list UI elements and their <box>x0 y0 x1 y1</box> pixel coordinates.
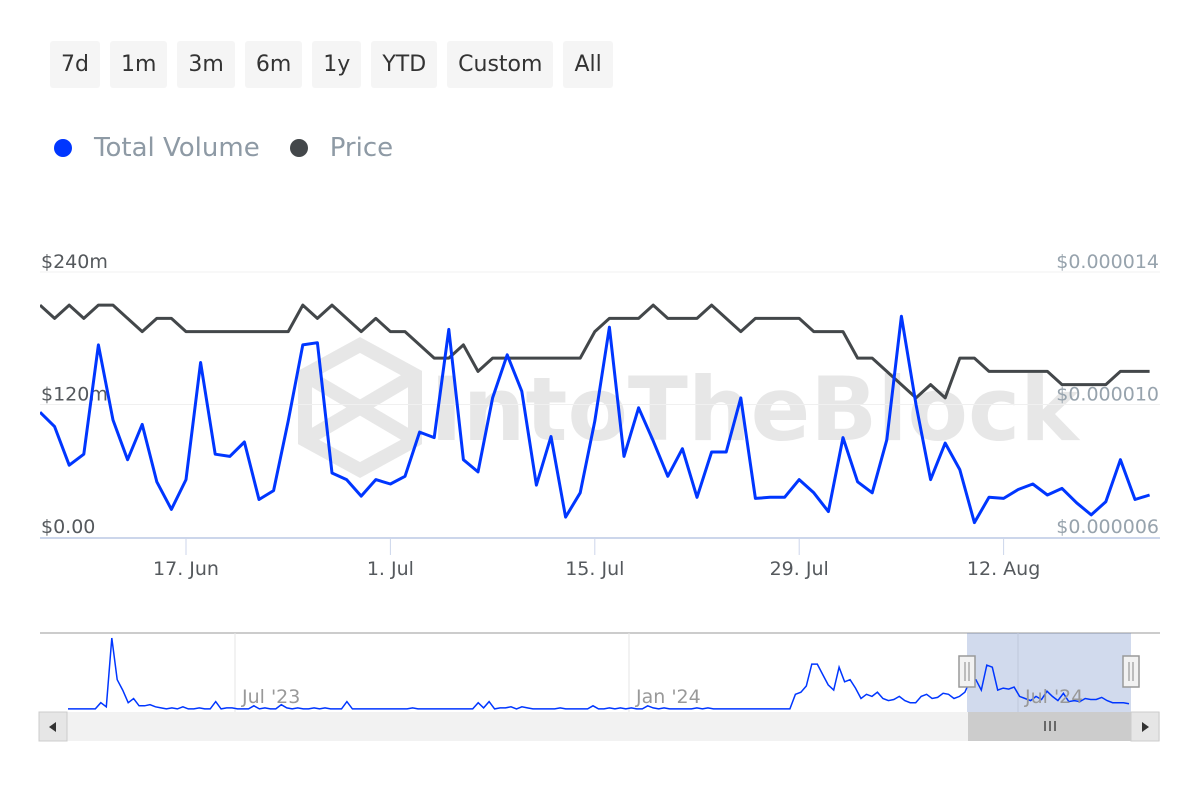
watermark-text: IntoTheBlock <box>430 358 1081 461</box>
navigator-handle-right[interactable] <box>1122 655 1140 688</box>
x-tick-label: 29. Jul <box>770 558 829 580</box>
watermark-logo-icon <box>298 337 422 478</box>
watermark: IntoTheBlock <box>298 337 1081 478</box>
y-tick-label-right: $0.000006 <box>1056 516 1159 538</box>
y-tick-label-left: $240m <box>41 251 108 273</box>
navigator[interactable]: Jul '23 Jan '24 Jul '24 <box>38 632 1160 742</box>
scroll-left-button[interactable] <box>38 711 68 742</box>
x-tick-label: 12. Aug <box>967 558 1040 580</box>
chart-canvas: IntoTheBlock $0.00 $120m $240m $0.000006 $0… <box>38 251 1160 742</box>
x-tick-label: 17. Jun <box>153 558 219 580</box>
navigator-x-label: Jul '24 <box>1024 686 1083 708</box>
y-tick-label-right: $0.000010 <box>1056 384 1159 406</box>
scroll-right-button[interactable] <box>1130 711 1160 742</box>
x-tick-label: 15. Jul <box>565 558 624 580</box>
navigator-x-label: Jul '23 <box>241 686 300 708</box>
y-tick-label-left: $0.00 <box>41 516 95 538</box>
y-tick-label-right: $0.000014 <box>1056 251 1159 273</box>
x-axis: 17. Jun 1. Jul 15. Jul 29. Jul 12. Aug <box>40 537 1160 580</box>
y-axis-left: $0.00 $120m $240m <box>41 251 108 538</box>
y-tick-label-left: $120m <box>41 384 108 406</box>
navigator-scrollbar[interactable] <box>38 711 1160 742</box>
x-tick-label: 1. Jul <box>367 558 414 580</box>
navigator-handle-left[interactable] <box>958 655 976 688</box>
navigator-x-label: Jan '24 <box>635 686 701 708</box>
